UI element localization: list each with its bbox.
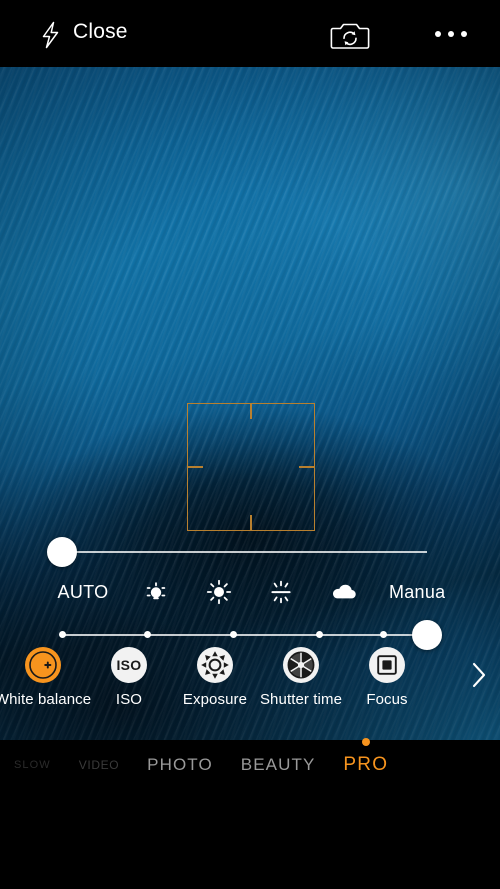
pro-control-label: ISO — [115, 691, 143, 708]
pro-control-focus[interactable]: Focus — [344, 638, 430, 708]
slider-dot[interactable] — [144, 631, 152, 638]
shutter-time-icon — [283, 647, 319, 683]
incandescent-icon[interactable] — [139, 575, 173, 609]
exposure-icon — [197, 647, 233, 683]
focus-tick-right — [299, 466, 314, 468]
more-dot — [448, 31, 454, 37]
chevron-right-icon[interactable] — [468, 658, 490, 692]
focus-icon — [369, 647, 405, 683]
iso-icon: ISO — [111, 647, 147, 683]
mode-tab-pro[interactable]: PRO — [343, 738, 388, 776]
bottom-bar — [0, 790, 500, 889]
focus-tick-left — [188, 466, 203, 468]
mode-tab-video[interactable]: VIDEO — [79, 758, 119, 772]
pro-control-label: Shutter time — [259, 691, 343, 708]
top-bar: Close — [0, 0, 500, 67]
white-balance-icon — [25, 647, 61, 683]
slider-dot[interactable] — [315, 631, 323, 638]
more-dot — [435, 31, 441, 37]
mode-bar: SLOW VIDEO PHOTO BEAUTY PRO — [0, 738, 500, 790]
flash-off-icon[interactable] — [32, 16, 70, 54]
wb-option-auto[interactable]: AUTO — [55, 575, 111, 609]
pro-control-iso[interactable]: ISO ISO — [86, 638, 172, 708]
close-button[interactable]: Close — [73, 20, 128, 44]
pro-control-label: White balance — [0, 691, 92, 708]
focus-square[interactable] — [187, 403, 315, 531]
fluorescent-icon[interactable] — [264, 575, 298, 609]
slider-track — [62, 551, 427, 553]
more-dot — [461, 31, 467, 37]
slider-dot[interactable] — [58, 631, 66, 638]
slider-dot[interactable] — [379, 631, 387, 638]
camera-app: AUTO Manua White balance ISO ISO Exposur… — [0, 0, 500, 889]
focus-tick-bottom — [250, 515, 252, 530]
iso-icon-text: ISO — [116, 657, 142, 673]
mode-tab-beauty[interactable]: BEAUTY — [241, 755, 316, 775]
focus-tick-top — [250, 404, 252, 419]
pro-control-label: Exposure — [182, 691, 248, 708]
mode-tab-slow[interactable]: SLOW — [14, 759, 51, 771]
white-balance-value-slider[interactable] — [47, 537, 427, 567]
pro-control-exposure[interactable]: Exposure — [172, 638, 258, 708]
camera-flip-icon[interactable] — [329, 18, 371, 52]
cloudy-icon[interactable] — [327, 575, 361, 609]
pro-control-strip: White balance ISO ISO Exposure Shutter t… — [0, 638, 500, 733]
mode-tab-photo[interactable]: PHOTO — [147, 755, 213, 775]
wb-option-manual[interactable]: Manua — [389, 575, 445, 609]
pro-control-white-balance[interactable]: White balance — [0, 638, 91, 708]
more-options-icon[interactable] — [428, 23, 474, 45]
slider-track — [62, 634, 427, 636]
pro-control-label: Focus — [366, 691, 408, 708]
slider-thumb[interactable] — [47, 537, 77, 567]
pro-control-shutter-time[interactable]: Shutter time — [258, 638, 344, 708]
white-balance-scale: AUTO Manua — [55, 575, 445, 609]
slider-dot[interactable] — [230, 631, 238, 638]
daylight-sun-icon[interactable] — [202, 575, 236, 609]
mode-selector[interactable]: SLOW VIDEO PHOTO BEAUTY PRO — [0, 738, 500, 790]
